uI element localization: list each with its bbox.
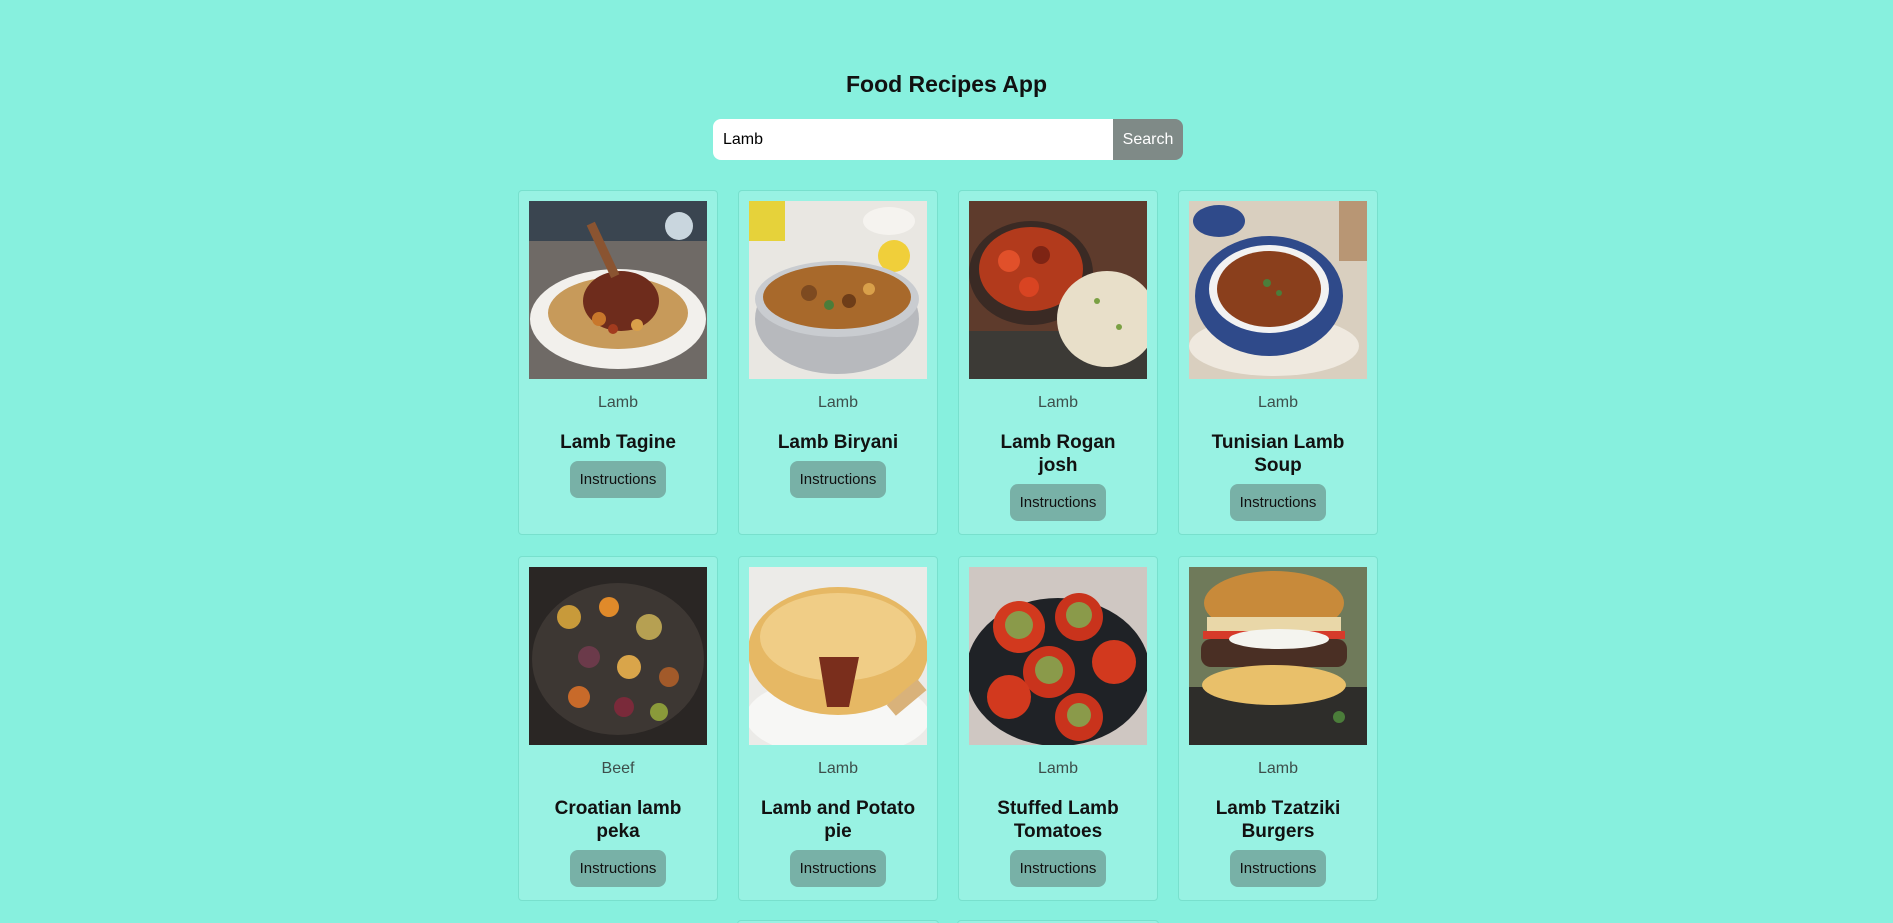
meal-thumbnail-lamb-tzatziki-burgers bbox=[1189, 567, 1367, 745]
meal-name: Lamb Biryani bbox=[777, 432, 899, 453]
meal-name: Stuffed Lamb Tomatoes bbox=[997, 798, 1119, 842]
meal-thumbnail-croatian-lamb-peka bbox=[529, 567, 707, 745]
meal-thumbnail-tunisian-lamb-soup bbox=[1189, 201, 1367, 379]
meal-thumbnail-lamb-biryani bbox=[749, 201, 927, 379]
meal-category: Lamb bbox=[1037, 760, 1079, 777]
search-form: Search bbox=[713, 119, 1183, 160]
meal-name: Tunisian Lamb Soup bbox=[1211, 432, 1345, 476]
instructions-button[interactable]: Instructions bbox=[1009, 850, 1107, 887]
meal-name: Lamb Tzatziki Burgers bbox=[1215, 798, 1341, 842]
meal-thumbnail-lamb-tagine bbox=[529, 201, 707, 379]
meal-category: Beef bbox=[601, 760, 635, 777]
meal-card: Lamb Lamb Rogan josh Instructions bbox=[958, 190, 1158, 535]
app-page: Food Recipes App Search Lam bbox=[0, 0, 1893, 923]
meal-card: Lamb Stuffed Lamb Tomatoes Instructions bbox=[958, 556, 1158, 901]
meal-card: Lamb Lamb and Potato pie Instructions bbox=[738, 556, 938, 901]
instructions-button[interactable]: Instructions bbox=[569, 850, 667, 887]
meal-grid: Lamb Lamb Tagine Instructions Lamb Lamb … bbox=[518, 190, 1378, 901]
meal-name: Lamb Rogan josh bbox=[1000, 432, 1116, 476]
meal-category: Lamb bbox=[597, 394, 639, 411]
meal-card: Lamb Tunisian Lamb Soup Instructions bbox=[1178, 190, 1378, 535]
search-input[interactable] bbox=[713, 119, 1113, 160]
meal-card: Lamb Lamb Biryani Instructions bbox=[738, 190, 938, 535]
meal-name: Lamb Tagine bbox=[560, 432, 676, 453]
meal-thumbnail-lamb-and-potato-pie bbox=[749, 567, 927, 745]
meal-category: Lamb bbox=[1257, 394, 1299, 411]
page-title: Food Recipes App bbox=[845, 71, 1048, 97]
meal-thumbnail-lamb-rogan-josh bbox=[969, 201, 1147, 379]
instructions-button[interactable]: Instructions bbox=[569, 461, 667, 498]
search-button[interactable]: Search bbox=[1113, 119, 1183, 160]
meal-category: Lamb bbox=[1037, 394, 1079, 411]
meal-name: Lamb and Potato pie bbox=[760, 798, 916, 842]
meal-category: Lamb bbox=[1257, 760, 1299, 777]
instructions-button[interactable]: Instructions bbox=[789, 850, 887, 887]
meal-category: Lamb bbox=[817, 760, 859, 777]
meal-card: Lamb Lamb Tzatziki Burgers Instructions bbox=[1178, 556, 1378, 901]
instructions-button[interactable]: Instructions bbox=[1009, 484, 1107, 521]
meal-thumbnail-stuffed-lamb-tomatoes bbox=[969, 567, 1147, 745]
instructions-button[interactable]: Instructions bbox=[1229, 850, 1327, 887]
meal-card: Beef Croatian lamb peka Instructions bbox=[518, 556, 718, 901]
meal-name: Croatian lamb peka bbox=[554, 798, 682, 842]
meal-category: Lamb bbox=[817, 394, 859, 411]
meal-card: Lamb Lamb Tagine Instructions bbox=[518, 190, 718, 535]
instructions-button[interactable]: Instructions bbox=[1229, 484, 1327, 521]
instructions-button[interactable]: Instructions bbox=[789, 461, 887, 498]
